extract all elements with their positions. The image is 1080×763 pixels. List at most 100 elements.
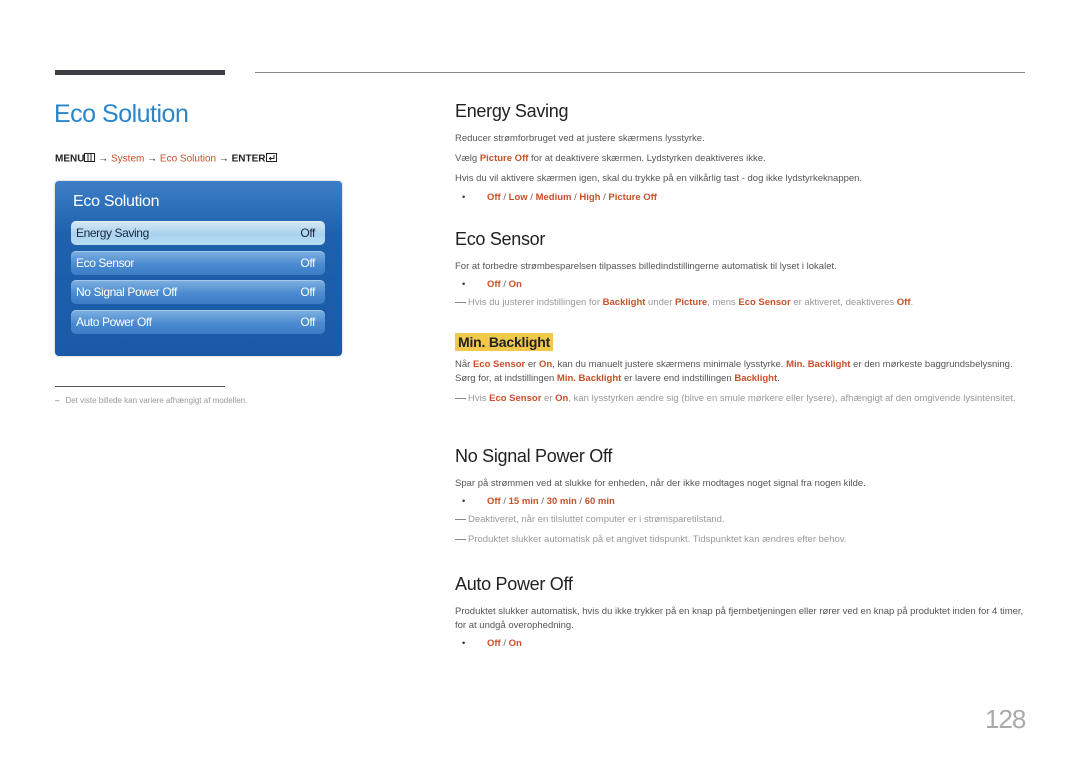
- text: er: [525, 359, 539, 370]
- panel-title: Eco Solution: [73, 193, 160, 210]
- highlight-term: On: [555, 393, 569, 404]
- enter-icon: [265, 153, 277, 165]
- arrow: →: [98, 153, 109, 165]
- note: Hvis Eco Sensor er On, kan lysstyrken æn…: [455, 392, 1025, 406]
- menu-grid-icon: [84, 153, 96, 165]
- note: Produktet slukker automatisk på et angiv…: [455, 533, 1025, 547]
- highlight-term: Off: [896, 297, 911, 308]
- option: Low: [508, 192, 528, 203]
- breadcrumb-eco-solution: Eco Solution: [159, 153, 217, 165]
- note-dash: [455, 539, 466, 540]
- highlight-term: Min. Backlight: [786, 359, 851, 370]
- option: On: [508, 279, 522, 290]
- paragraph: Hvis du vil aktivere skærmen igen, skal …: [455, 173, 863, 184]
- note: Deaktiveret, når en tilsluttet computer …: [455, 513, 1025, 527]
- options-list: • Off / On: [455, 279, 1025, 290]
- option: 30 min: [546, 496, 577, 507]
- text: Deaktiveret, når en tilsluttet computer …: [468, 514, 725, 525]
- note-dash: [455, 519, 466, 520]
- option: Medium: [535, 192, 572, 203]
- breadcrumb-enter: ENTER: [231, 153, 266, 165]
- options-list: • Off / Low / Medium / High / Picture Off: [455, 192, 1025, 203]
- text: Hvis du justerer indstillingen for: [468, 297, 603, 308]
- option: On: [508, 638, 522, 649]
- footnote-dash: –: [55, 396, 60, 405]
- menu-item-value: Off: [300, 256, 315, 270]
- bullet: •: [462, 638, 466, 649]
- text: er lavere end indstillingen: [621, 373, 735, 384]
- text: Vælg: [455, 153, 480, 164]
- sep: /: [500, 192, 509, 203]
- menu-item-label: Auto Power Off: [76, 315, 152, 329]
- section-min-backlight: Min. Backlight Når Eco Sensor er On, kan…: [455, 333, 1025, 406]
- menu-item-value: Off: [300, 285, 315, 299]
- paragraph: Produktet slukker automatisk, hvis du ik…: [455, 606, 1024, 631]
- text: er: [541, 393, 556, 404]
- text: under: [645, 297, 675, 308]
- text: Produktet slukker automatisk på et angiv…: [468, 534, 847, 545]
- menu-item-no-signal-power-off[interactable]: No Signal Power Off Off: [71, 280, 325, 304]
- header-bar: [55, 70, 225, 75]
- page-number: 128: [985, 704, 1026, 734]
- text: Når: [455, 359, 473, 370]
- section-no-signal-power-off: No Signal Power Off Spar på strømmen ved…: [455, 446, 1025, 547]
- arrow: →: [218, 153, 229, 165]
- footnote: – Det viste billede kan variere afhængigt…: [55, 396, 247, 405]
- menu-item-auto-power-off[interactable]: Auto Power Off Off: [71, 310, 325, 334]
- highlight-term: Picture Off: [479, 153, 529, 164]
- menu-item-energy-saving[interactable]: Energy Saving Off: [71, 221, 325, 245]
- option: High: [579, 192, 601, 203]
- section-auto-power-off: Auto Power Off Produktet slukker automat…: [455, 574, 1025, 649]
- sep: /: [500, 279, 509, 290]
- note-dash: [455, 398, 466, 399]
- text: .: [910, 297, 914, 308]
- menu-item-eco-sensor[interactable]: Eco Sensor Off: [71, 251, 325, 275]
- option: 60 min: [584, 496, 615, 507]
- header-rule: [255, 72, 1025, 73]
- options-list: • Off / 15 min / 30 min / 60 min: [455, 496, 1025, 507]
- note-dash: [455, 302, 466, 303]
- menu-item-value: Off: [300, 315, 315, 329]
- sep: /: [527, 192, 536, 203]
- highlight-term: Eco Sensor: [738, 297, 791, 308]
- sep: /: [538, 496, 547, 507]
- section-energy-saving: Energy Saving Reducer strømforbruget ved…: [455, 101, 1025, 203]
- paragraph: Spar på strømmen ved at slukke for enhed…: [455, 478, 866, 489]
- sep: /: [500, 638, 509, 649]
- text: , kan du manuelt justere skærmens minima…: [552, 359, 787, 370]
- footnote-text: Det viste billede kan variere afhængigt …: [65, 396, 248, 405]
- text: , kan lysstyrken ændre sig (blive en smu…: [568, 393, 1016, 404]
- text: Hvis: [468, 393, 490, 404]
- section-heading: Eco Sensor: [455, 229, 546, 249]
- option: 15 min: [508, 496, 539, 507]
- text: .: [777, 373, 780, 384]
- options-list: • Off / On: [455, 638, 1025, 649]
- paragraph: Når Eco Sensor er On, kan du manuelt jus…: [455, 358, 1025, 386]
- paragraph: For at forbedre strømbesparelsen tilpass…: [455, 261, 837, 272]
- sep: /: [576, 496, 585, 507]
- menu-item-label: Eco Sensor: [76, 256, 135, 270]
- note: Hvis du justerer indstillingen for Backl…: [455, 296, 1025, 310]
- highlight-term: Backlight: [602, 297, 646, 308]
- highlight-term: On: [538, 359, 553, 370]
- option: Off: [487, 638, 501, 649]
- section-heading: Auto Power Off: [455, 574, 573, 594]
- paragraph: Reducer strømforbruget ved at justere sk…: [455, 133, 705, 144]
- bullet: •: [462, 496, 466, 507]
- section-eco-sensor: Eco Sensor For at forbedre strømbesparel…: [455, 229, 1025, 310]
- arrow: →: [147, 153, 158, 165]
- subsection-heading: Min. Backlight: [455, 333, 554, 351]
- menu-item-label: Energy Saving: [76, 226, 149, 240]
- breadcrumb: MENU → System → Eco Solution → ENTER: [55, 153, 277, 165]
- eco-solution-menu-panel: Eco Solution Energy Saving Off Eco Senso…: [55, 181, 342, 356]
- option: Picture Off: [608, 192, 657, 203]
- menu-item-value: Off: [300, 226, 315, 240]
- highlight-term: Min. Backlight: [556, 373, 622, 384]
- breadcrumb-menu: MENU: [55, 153, 85, 165]
- section-heading: No Signal Power Off: [455, 446, 613, 466]
- section-heading: Energy Saving: [455, 101, 569, 121]
- breadcrumb-system: System: [111, 153, 145, 165]
- highlight-term: Eco Sensor: [489, 393, 542, 404]
- highlight-term: Backlight: [734, 373, 778, 384]
- text: for at deaktivere skærmen. Lydstyrken de…: [528, 153, 766, 164]
